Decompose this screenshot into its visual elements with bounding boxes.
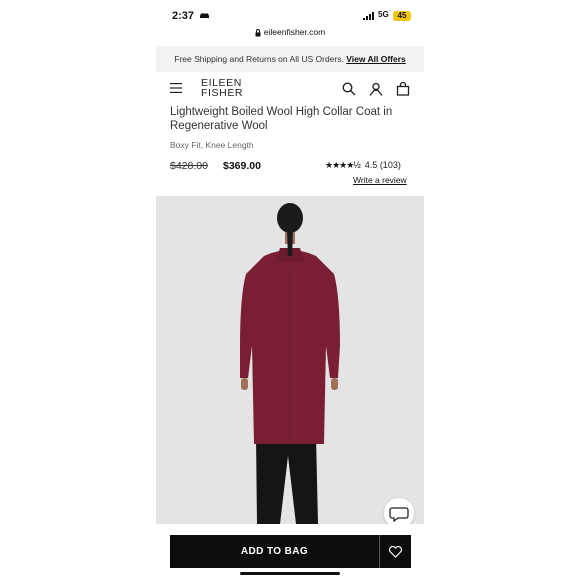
lock-icon	[255, 28, 261, 37]
url-bar[interactable]: eileenfisher.com	[156, 27, 424, 42]
status-time: 2:37	[172, 10, 195, 22]
add-to-bag-button[interactable]: ADD TO BAG	[170, 535, 379, 568]
model-illustration	[156, 196, 424, 524]
rating-value: 4.5	[364, 160, 378, 170]
search-icon[interactable]	[342, 82, 356, 96]
product-subtitle: Boxy Fit, Knee Length	[170, 140, 254, 150]
home-indicator	[240, 572, 340, 575]
promo-banner: Free Shipping and Returns on All US Orde…	[156, 46, 424, 72]
car-icon	[200, 13, 209, 18]
chat-button[interactable]	[384, 498, 414, 524]
chat-icon	[389, 507, 409, 523]
logo-line-2: FISHER	[201, 87, 244, 99]
menu-icon[interactable]	[170, 83, 182, 93]
heart-icon	[388, 545, 403, 558]
product-rating[interactable]: ★★★★½ 4.5 (103)	[325, 160, 401, 171]
promo-text: Free Shipping and Returns on All US Orde…	[174, 54, 344, 64]
signal-icon	[363, 12, 374, 20]
battery-indicator: 45	[393, 11, 411, 21]
account-icon[interactable]	[369, 82, 383, 96]
bottom-action-bar: ADD TO BAG	[156, 524, 424, 580]
product-image[interactable]	[156, 196, 424, 524]
bag-icon[interactable]	[396, 82, 410, 96]
sale-price: $369.00	[223, 160, 261, 172]
write-review-link[interactable]: Write a review	[353, 175, 407, 185]
phone-screen: 2:37 5G 45 eileenfisher.com Free Shippin…	[156, 0, 424, 580]
rating-stars: ★★★★½	[325, 160, 361, 170]
view-offers-link[interactable]: View All Offers	[346, 54, 406, 64]
product-title: Lightweight Boiled Wool High Collar Coat…	[170, 106, 393, 132]
brand-logo[interactable]: EILEEN FISHER	[201, 78, 244, 99]
wishlist-button[interactable]	[379, 535, 411, 568]
url-text: eileenfisher.com	[263, 27, 326, 37]
review-count: (103)	[379, 160, 401, 170]
site-header: EILEEN FISHER	[156, 74, 424, 104]
status-bar: 2:37 5G 45	[156, 0, 424, 30]
original-price: $428.00	[170, 160, 208, 172]
network-type: 5G	[378, 10, 389, 19]
